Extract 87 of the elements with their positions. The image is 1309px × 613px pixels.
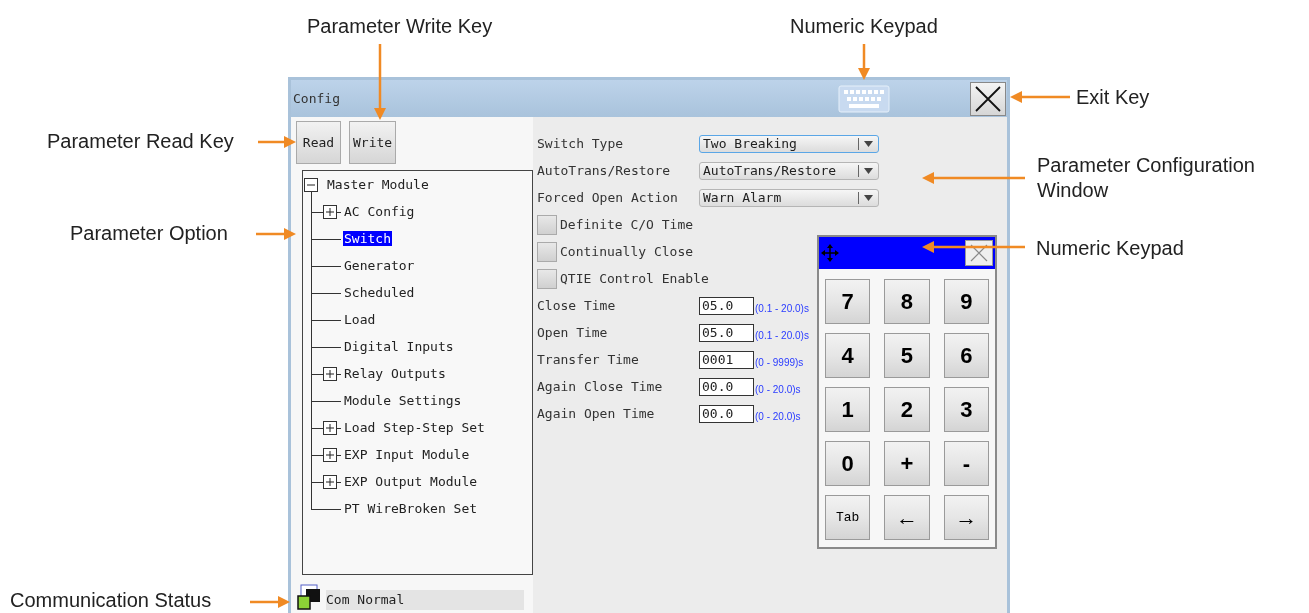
keypad-key[interactable]: 8 bbox=[884, 279, 930, 324]
callout-label: Parameter Read Key bbox=[47, 129, 234, 154]
range-hint: (0 - 20.0)s bbox=[755, 409, 801, 424]
setting-label: Again Open Time bbox=[537, 404, 656, 423]
dropdown[interactable]: AutoTrans/Restore bbox=[699, 161, 879, 180]
range-hint: (0 - 20.0)s bbox=[755, 382, 801, 397]
tree-item[interactable]: Module Settings bbox=[343, 392, 463, 408]
keypad-key[interactable]: → bbox=[943, 495, 989, 540]
checkbox-label: Definite C/O Time bbox=[560, 215, 694, 234]
collapse-icon[interactable] bbox=[304, 178, 318, 192]
setting-label: Switch Type bbox=[537, 134, 625, 153]
callout-label: Numeric Keypad bbox=[1036, 236, 1184, 261]
close-button[interactable] bbox=[965, 240, 993, 266]
callout-arrow bbox=[256, 228, 296, 240]
callout-label: Parameter Configuration Window bbox=[1037, 153, 1256, 203]
tree-item[interactable]: Switch bbox=[343, 230, 392, 246]
callout-label: Numeric Keypad bbox=[790, 14, 938, 39]
tree-item[interactable]: Master Module bbox=[326, 176, 430, 192]
dropdown-arrow-icon bbox=[864, 194, 873, 201]
callout-arrow bbox=[1010, 91, 1070, 103]
tree-item[interactable]: Digital Inputs bbox=[343, 338, 455, 354]
callout-label: Exit Key bbox=[1076, 85, 1150, 110]
tree-item[interactable]: Load Step-Step Set bbox=[343, 419, 486, 435]
toolbar-button[interactable]: Write bbox=[349, 121, 397, 164]
expand-icon[interactable] bbox=[323, 448, 337, 462]
tree-item[interactable]: Load bbox=[343, 311, 377, 327]
number-field[interactable]: 05.0 bbox=[699, 296, 754, 315]
keypad-title-bar[interactable] bbox=[819, 237, 995, 269]
checkbox[interactable] bbox=[537, 268, 557, 289]
keypad-key[interactable]: 1 bbox=[825, 387, 871, 432]
number-field[interactable]: 00.0 bbox=[699, 377, 754, 396]
tree-item[interactable]: AC Config bbox=[343, 203, 416, 219]
close-icon bbox=[969, 243, 989, 263]
range-hint: (0 - 9999)s bbox=[755, 355, 804, 370]
callout-arrow bbox=[858, 44, 870, 80]
setting-label: Again Close Time bbox=[537, 377, 664, 396]
keypad-key[interactable]: 2 bbox=[884, 387, 930, 432]
expand-icon[interactable] bbox=[323, 205, 337, 219]
setting-label: Forced Open Action bbox=[537, 188, 679, 207]
number-field[interactable]: 0001 bbox=[699, 350, 754, 369]
keypad-key[interactable]: - bbox=[943, 441, 989, 486]
expand-icon[interactable] bbox=[323, 421, 337, 435]
dropdown-arrow-icon bbox=[864, 167, 873, 174]
range-hint: (0.1 - 20.0)s bbox=[755, 301, 809, 316]
expand-icon[interactable] bbox=[323, 475, 337, 489]
expand-icon[interactable] bbox=[323, 367, 337, 381]
setting-label: AutoTrans/Restore bbox=[537, 161, 672, 180]
keypad-key[interactable]: 6 bbox=[943, 333, 989, 378]
keypad-key[interactable]: + bbox=[884, 441, 930, 486]
checkbox[interactable] bbox=[537, 241, 557, 262]
callout-label: Parameter Option bbox=[70, 221, 228, 246]
connection-icon bbox=[297, 584, 321, 610]
keypad-key[interactable]: ← bbox=[884, 495, 930, 540]
tree-item[interactable]: Relay Outputs bbox=[343, 365, 447, 381]
keypad-key[interactable]: Tab bbox=[825, 495, 871, 540]
dropdown[interactable]: Two Breaking bbox=[699, 134, 879, 153]
tree-item[interactable]: EXP Input Module bbox=[343, 446, 471, 462]
tree-item[interactable]: EXP Output Module bbox=[343, 473, 479, 489]
range-hint: (0.1 - 20.0)s bbox=[755, 328, 809, 343]
number-field[interactable]: 00.0 bbox=[699, 404, 754, 423]
callout-arrow bbox=[250, 596, 290, 608]
setting-label: Transfer Time bbox=[537, 350, 640, 369]
close-icon bbox=[974, 84, 1002, 113]
toolbar-button[interactable]: Read bbox=[296, 121, 341, 164]
keypad-key[interactable]: 0 bbox=[825, 441, 871, 486]
callout-label: Communication Status bbox=[10, 588, 212, 613]
status-text: Com Normal bbox=[326, 590, 524, 610]
keypad-key[interactable]: 9 bbox=[943, 279, 989, 324]
keypad-key[interactable]: 4 bbox=[825, 333, 871, 378]
callout-arrow bbox=[258, 136, 296, 148]
keypad-key[interactable]: 7 bbox=[825, 279, 871, 324]
callout-label: Parameter Write Key bbox=[307, 14, 493, 39]
setting-label: Open Time bbox=[537, 323, 609, 342]
tree-item[interactable]: Scheduled bbox=[343, 284, 416, 300]
window-title: Config bbox=[293, 89, 340, 108]
tree-item[interactable]: Generator bbox=[343, 257, 416, 273]
checkbox-label: Continually Close bbox=[560, 242, 694, 261]
tree-item[interactable]: PT WireBroken Set bbox=[343, 500, 479, 516]
setting-label: Close Time bbox=[537, 296, 617, 315]
keypad-key[interactable]: 3 bbox=[943, 387, 989, 432]
number-field[interactable]: 05.0 bbox=[699, 323, 754, 342]
dropdown[interactable]: Warn Alarm bbox=[699, 188, 879, 207]
checkbox-label: QTIE Control Enable bbox=[560, 269, 709, 288]
dropdown-arrow-icon bbox=[864, 140, 873, 147]
checkbox[interactable] bbox=[537, 214, 557, 235]
exit-button[interactable] bbox=[970, 81, 1006, 116]
keypad-key[interactable]: 5 bbox=[884, 333, 930, 378]
